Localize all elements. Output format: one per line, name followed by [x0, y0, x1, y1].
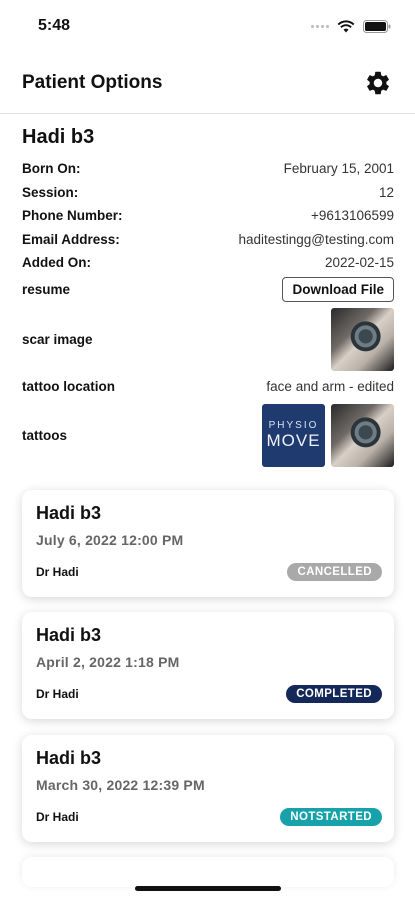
logo-main-text: MOVE [266, 431, 321, 450]
tattoos-row: tattoos PHYSIO MOVE [22, 401, 394, 471]
patient-info: Hadi b3 Born On: February 15, 2001 Sessi… [22, 126, 394, 471]
download-file-button[interactable]: Download File [282, 277, 394, 302]
born-on-label: Born On: [22, 161, 81, 177]
session-date: April 2, 2022 1:18 PM [36, 654, 180, 670]
phone-label: Phone Number: [22, 208, 123, 224]
session-value: 12 [378, 184, 394, 200]
home-indicator [135, 886, 281, 891]
tattoos-label: tattoos [22, 428, 67, 443]
settings-button[interactable] [363, 68, 393, 98]
scar-image-row: scar image [22, 307, 394, 373]
session-patient-name: Hadi b3 [36, 748, 102, 768]
patient-name: Hadi b3 [22, 126, 95, 148]
header: Patient Options [0, 52, 415, 114]
added-on-row: Added On: 2022-02-15 [22, 251, 394, 275]
scar-image-label: scar image [22, 332, 93, 347]
tattoo-location-row: tattoo location face and arm - edited [22, 375, 394, 399]
session-doctor: Dr Hadi [36, 565, 79, 579]
session-card[interactable]: Hadi b3 July 6, 2022 12:00 PM Dr Hadi CA… [22, 490, 394, 597]
logo-top-text: PHYSIO [268, 420, 319, 431]
session-date: March 30, 2022 12:39 PM [36, 777, 205, 793]
session-doctor: Dr Hadi [36, 810, 79, 824]
gear-icon [367, 71, 389, 94]
status-badge: COMPLETED [286, 685, 382, 703]
status-bar: 5:48 [0, 0, 415, 52]
session-label: Session: [22, 184, 79, 200]
session-patient-name: Hadi b3 [36, 625, 102, 645]
session-doctor: Dr Hadi [36, 687, 79, 701]
phone-value: +9613106599 [311, 208, 394, 224]
session-card-partial[interactable] [22, 857, 394, 887]
status-icons [311, 19, 391, 33]
tattoo-thumbnail-logo[interactable]: PHYSIO MOVE [262, 404, 325, 467]
wifi-icon [337, 19, 355, 32]
signal-icon [311, 24, 329, 28]
added-on-value: 2022-02-15 [324, 255, 394, 271]
tattoo-location-value: face and arm - edited [266, 379, 394, 394]
battery-icon [363, 19, 391, 33]
session-date: July 6, 2022 12:00 PM [36, 532, 184, 548]
session-card[interactable]: Hadi b3 March 30, 2022 12:39 PM Dr Hadi … [22, 735, 394, 842]
session-row: Session: 12 [22, 181, 394, 205]
tattoo-location-label: tattoo location [22, 379, 115, 394]
page-title: Patient Options [22, 71, 163, 93]
status-time: 5:48 [38, 17, 71, 34]
email-row: Email Address: haditestingg@testing.com [22, 228, 394, 252]
born-on-value: February 15, 2001 [283, 161, 394, 177]
status-badge: CANCELLED [287, 563, 382, 581]
resume-row: resume Download File [22, 275, 394, 305]
session-patient-name: Hadi b3 [36, 503, 102, 523]
phone-row: Phone Number: +9613106599 [22, 204, 394, 228]
added-on-label: Added On: [22, 255, 91, 271]
status-badge: NOTSTARTED [280, 808, 382, 826]
born-on-row: Born On: February 15, 2001 [22, 157, 394, 181]
email-value: haditestingg@testing.com [238, 231, 394, 247]
session-card[interactable]: Hadi b3 April 2, 2022 1:18 PM Dr Hadi CO… [22, 612, 394, 719]
email-label: Email Address: [22, 231, 120, 247]
tattoo-thumbnail-photo[interactable] [331, 404, 394, 467]
tattoo-thumbnails: PHYSIO MOVE [262, 404, 394, 467]
resume-label: resume [22, 282, 71, 297]
scar-image-thumbnail[interactable] [331, 308, 394, 371]
